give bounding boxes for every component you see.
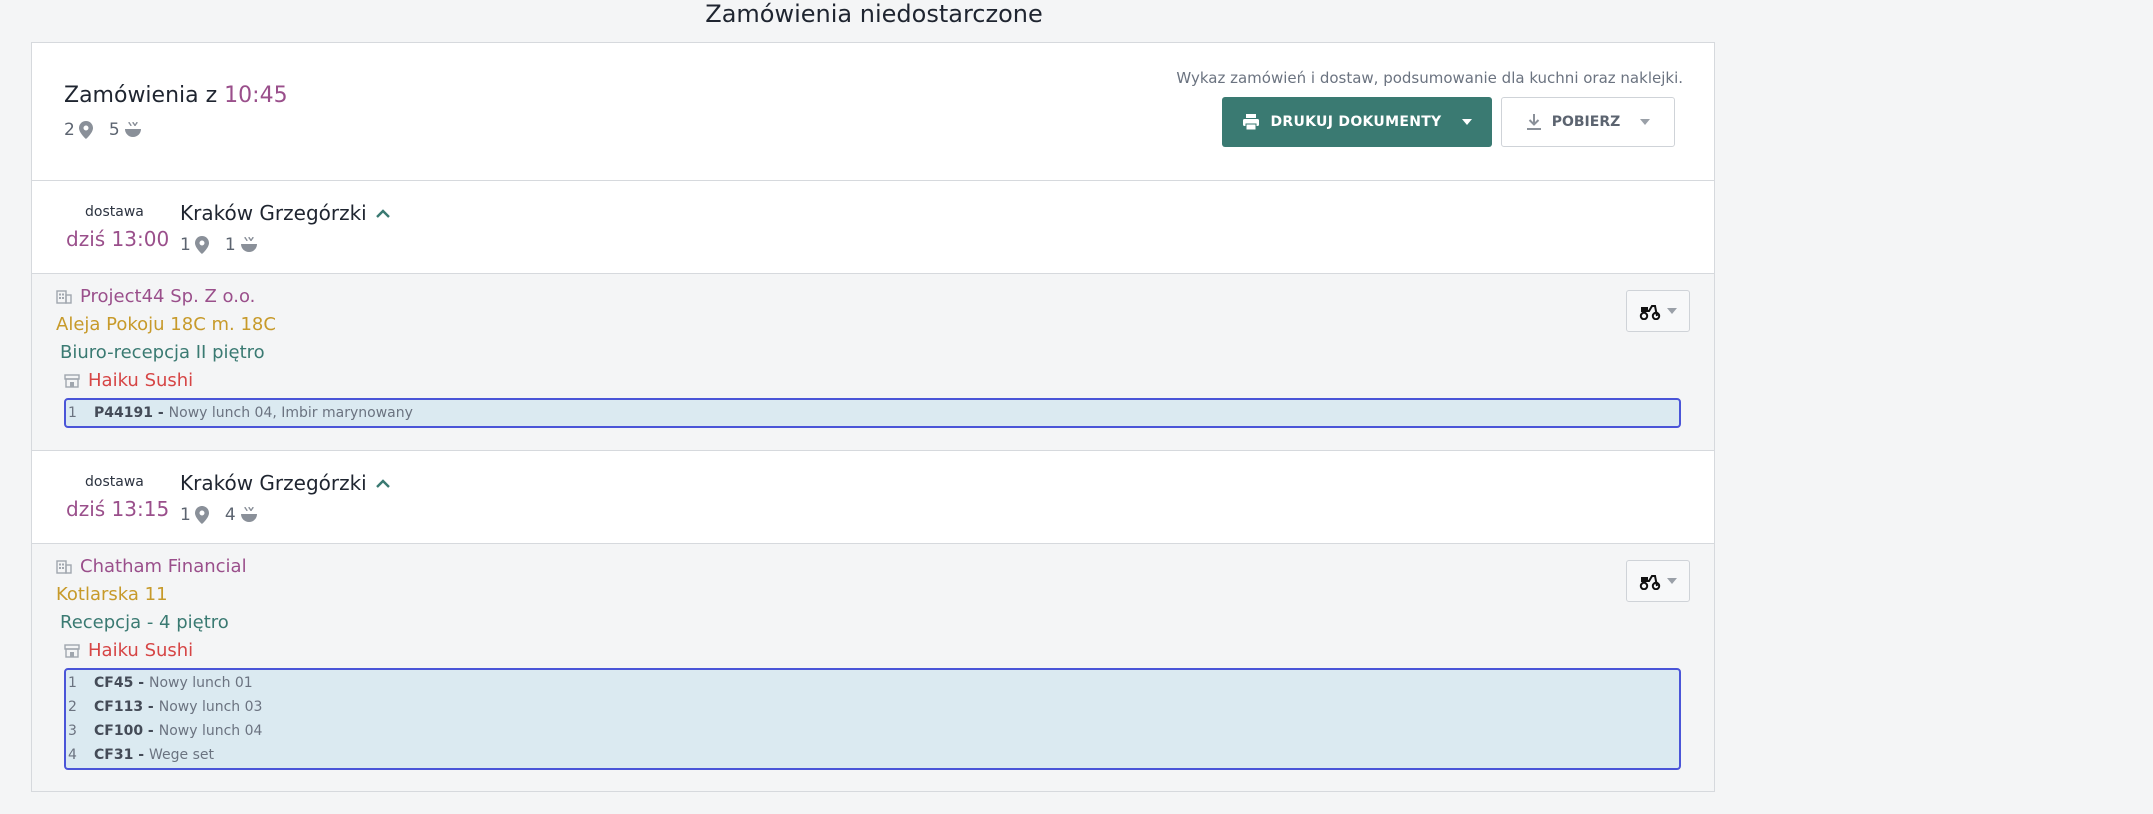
item-index: 2 [68, 699, 77, 715]
meals-count: 5 [109, 120, 142, 140]
meals-count-value: 5 [108, 120, 120, 140]
download-label: POBIERZ [1551, 114, 1621, 130]
item-index: 1 [68, 405, 77, 421]
bowl-icon [240, 506, 258, 524]
download-icon [1526, 113, 1542, 131]
order-items-list[interactable]: 1 P44191 - Nowy lunch 04, Imbir marynowa… [64, 398, 1681, 428]
item-index: 3 [68, 723, 77, 739]
item-code: CF31 - [94, 747, 145, 763]
order-place: Recepcja - 4 piętro [60, 612, 229, 633]
item-index: 1 [68, 675, 77, 691]
page-title: Zamówienia niedostarczone [705, 0, 1043, 28]
summary-hint: Wykaz zamówień i dostaw, podsumowanie dl… [1176, 69, 1683, 87]
chevron-down-icon [1461, 119, 1472, 125]
item-index: 4 [68, 747, 77, 763]
summary-time: 10:45 [224, 83, 288, 108]
delivery-type: dostawa [85, 474, 144, 490]
locations-count-value: 1 [180, 235, 191, 255]
delivery-header: dostawa dziś 13:15 Kraków Grzegórzki 1 4 [32, 451, 1714, 544]
meals-count: 4 [225, 505, 258, 525]
order-address: Kotlarska 11 [56, 584, 168, 605]
summary-title: Zamówienia z 10:45 [64, 83, 288, 108]
locations-count: 1 [180, 235, 209, 255]
order-block: Chatham Financial Kotlarska 11 Recepcja … [32, 544, 1714, 791]
order-item[interactable]: 1 P44191 - Nowy lunch 04, Imbir marynowa… [66, 401, 1679, 425]
delivery-location-name: Kraków Grzegórzki [180, 201, 367, 225]
print-documents-label: DRUKUJ DOKUMENTY [1270, 114, 1442, 130]
print-documents-button[interactable]: DRUKUJ DOKUMENTY [1222, 97, 1492, 147]
chevron-up-icon[interactable] [375, 477, 391, 489]
delivery-counts: 1 1 [180, 235, 258, 255]
delivery-type: dostawa [85, 204, 144, 220]
store-icon [64, 373, 80, 388]
order-company: Chatham Financial [56, 556, 247, 577]
order-items-list[interactable]: 1 CF45 - Nowy lunch 01 2 CF113 - Nowy lu… [64, 668, 1681, 770]
delivery-time: dziś 13:00 [66, 227, 170, 251]
orders-panel: Zamówienia z 10:45 2 5 Wykaz zamówień i … [31, 42, 1715, 792]
delivery-location-name: Kraków Grzegórzki [180, 471, 367, 495]
delivery-location[interactable]: Kraków Grzegórzki [180, 471, 391, 495]
order-item[interactable]: 4 CF31 - Wege set [66, 743, 1679, 767]
order-item[interactable]: 1 CF45 - Nowy lunch 01 [66, 671, 1679, 695]
map-pin-icon [194, 506, 209, 524]
order-block: Project44 Sp. Z o.o. Aleja Pokoju 18C m.… [32, 274, 1714, 451]
bowl-icon [240, 236, 258, 254]
building-icon [56, 289, 72, 304]
locations-count: 1 [180, 505, 209, 525]
item-description: Wege set [149, 747, 214, 763]
restaurant-name: Haiku Sushi [88, 370, 194, 391]
item-code: CF100 - [94, 723, 154, 739]
map-pin-icon [78, 121, 93, 139]
meals-count: 1 [225, 235, 258, 255]
order-restaurant: Haiku Sushi [64, 370, 193, 391]
item-code: P44191 - [94, 405, 164, 421]
summary-counts: 2 5 [64, 120, 142, 140]
meals-count-value: 4 [224, 505, 236, 525]
delivery-header: dostawa dziś 13:00 Kraków Grzegórzki 1 1 [32, 181, 1714, 274]
chevron-down-icon [1667, 578, 1677, 584]
company-name: Chatham Financial [80, 556, 247, 577]
locations-count-value: 1 [180, 505, 191, 525]
delivery-location[interactable]: Kraków Grzegórzki [180, 201, 391, 225]
summary-title-prefix: Zamówienia z [64, 83, 218, 108]
chevron-down-icon [1640, 119, 1651, 125]
order-item[interactable]: 3 CF100 - Nowy lunch 04 [66, 719, 1679, 743]
order-restaurant: Haiku Sushi [64, 640, 193, 661]
meals-count-value: 1 [224, 235, 236, 255]
orders-summary: Zamówienia z 10:45 2 5 Wykaz zamówień i … [32, 43, 1714, 181]
assign-courier-button[interactable] [1626, 560, 1690, 602]
building-icon [56, 559, 72, 574]
restaurant-name: Haiku Sushi [88, 640, 194, 661]
scooter-icon [1639, 572, 1661, 590]
delivery-counts: 1 4 [180, 505, 258, 525]
order-place: Biuro-recepcja II piętro [60, 342, 265, 363]
item-code: CF45 - [94, 675, 145, 691]
bowl-icon [124, 121, 142, 139]
item-description: Nowy lunch 01 [149, 675, 253, 691]
download-button[interactable]: POBIERZ [1501, 97, 1675, 147]
delivery-time: dziś 13:15 [66, 497, 170, 521]
item-description: Nowy lunch 04, Imbir marynowany [168, 405, 413, 421]
company-name: Project44 Sp. Z o.o. [80, 286, 256, 307]
chevron-up-icon[interactable] [375, 207, 391, 219]
order-address: Aleja Pokoju 18C m. 18C [56, 314, 276, 335]
locations-count-value: 2 [64, 120, 75, 140]
item-code: CF113 - [94, 699, 154, 715]
scooter-icon [1639, 302, 1661, 320]
order-company: Project44 Sp. Z o.o. [56, 286, 255, 307]
chevron-down-icon [1667, 308, 1677, 314]
printer-icon [1242, 113, 1260, 131]
item-description: Nowy lunch 04 [158, 723, 263, 739]
locations-count: 2 [64, 120, 93, 140]
item-description: Nowy lunch 03 [158, 699, 263, 715]
assign-courier-button[interactable] [1626, 290, 1690, 332]
store-icon [64, 643, 80, 658]
order-item[interactable]: 2 CF113 - Nowy lunch 03 [66, 695, 1679, 719]
map-pin-icon [194, 236, 209, 254]
